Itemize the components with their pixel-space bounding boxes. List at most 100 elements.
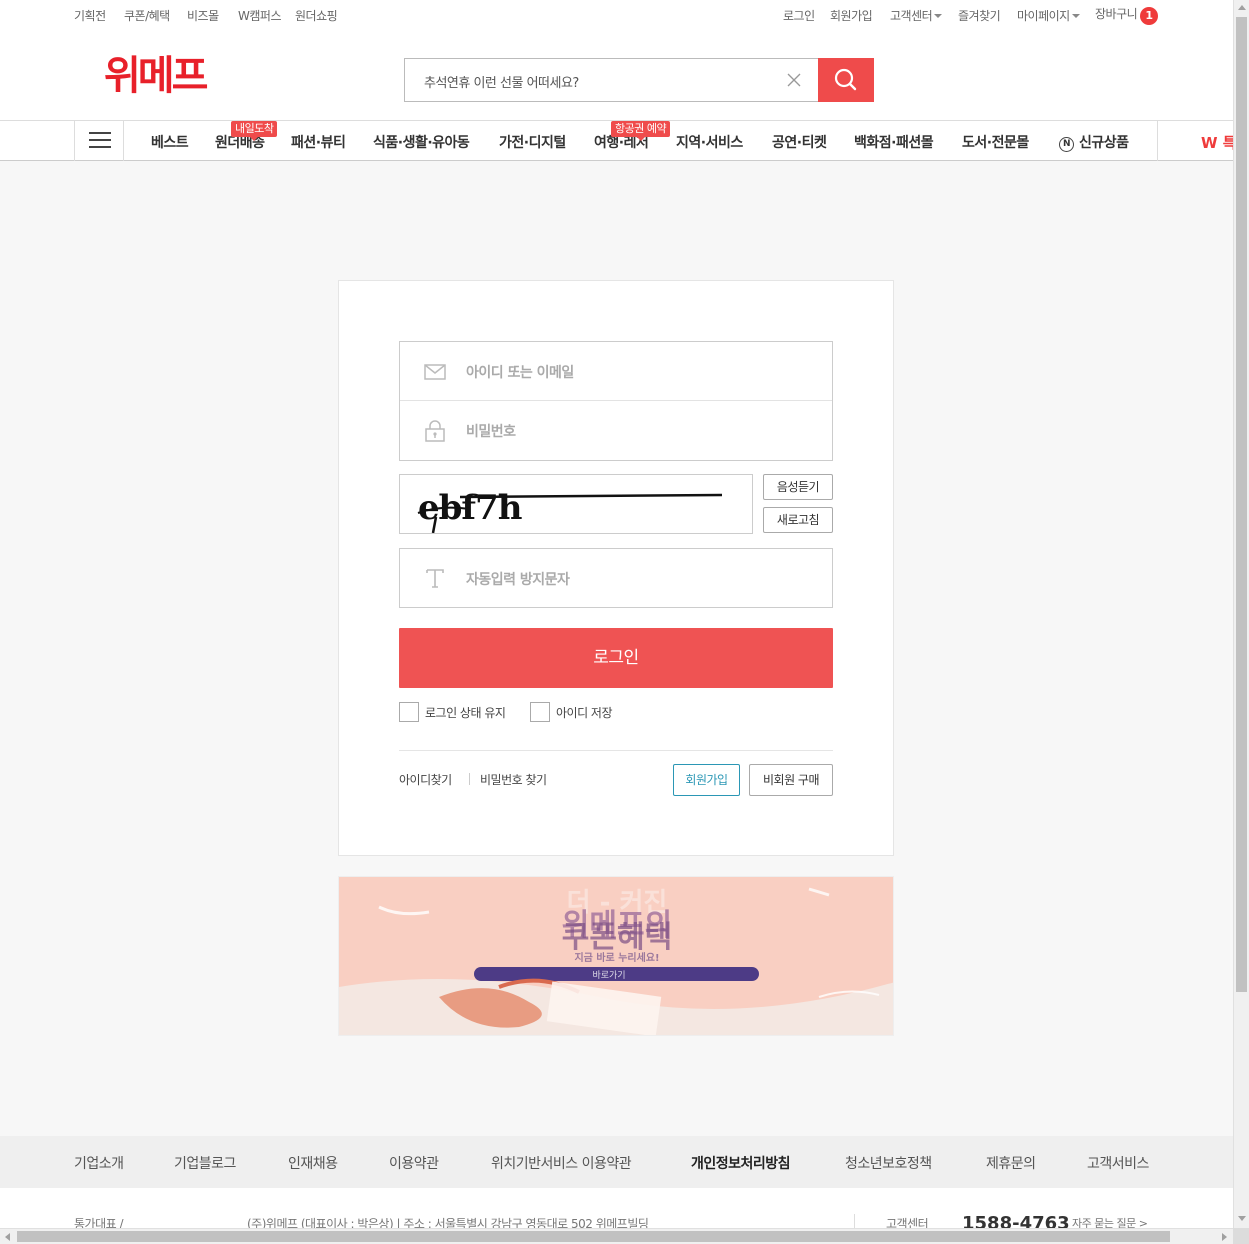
banner-line3: 쿠폰혜택: [562, 920, 672, 955]
caret-down-icon: [1071, 14, 1080, 18]
hamburger-icon: [89, 132, 111, 134]
scroll-down-icon[interactable]: [1238, 1216, 1246, 1221]
wemakeprice-logo[interactable]: 위메프: [104, 56, 208, 96]
id-input-placeholder: 아이디 또는 이메일: [466, 365, 574, 381]
nav-item-travel-leisure[interactable]: 여행·레저 항공권 예약: [594, 121, 671, 152]
nav-item-appliance-digital[interactable]: 가전·디지털: [499, 132, 566, 152]
faq-link[interactable]: 자주 묻는 질문 >: [1072, 1215, 1148, 1228]
nav-item-fashion-beauty[interactable]: 패션·뷰티: [291, 132, 346, 152]
search-input[interactable]: 추석연휴 이런 선물 어떠세요?: [424, 72, 579, 91]
nav-divider: [1157, 120, 1158, 161]
all-category-menu-button[interactable]: [74, 120, 124, 161]
util-cart[interactable]: 장바구니 1: [1095, 5, 1159, 25]
header: 위메프 추석연휴 이런 선물 어떠세요?: [0, 30, 1233, 120]
horizontal-scroll-thumb[interactable]: [17, 1231, 1170, 1242]
util-link-bizmall[interactable]: 비즈몰: [187, 7, 219, 24]
password-field[interactable]: 비밀번호: [400, 401, 832, 460]
coupon-promo-banner[interactable]: 더 - 커진 위메프의 쿠폰혜택 지금 바로 누리세요! 바로가기: [338, 876, 894, 1036]
captcha-audio-button[interactable]: 음성듣기: [763, 474, 833, 500]
search-button[interactable]: [818, 58, 874, 102]
next-day-delivery-tag: 내일도착: [231, 121, 278, 141]
footer-info: 통가대표 / (주)위메프 (대표이사 : 박은상) | 주소 : 서울특별시 …: [0, 1188, 1233, 1228]
nav-item-wonder-delivery[interactable]: 원더배송 내일도착: [215, 121, 278, 152]
scroll-left-icon[interactable]: [5, 1233, 10, 1241]
faq-label: 자주 묻는 질문: [1072, 1217, 1136, 1228]
vertical-scroll-thumb[interactable]: [1236, 17, 1247, 992]
footer-link-youth-policy[interactable]: 청소년보호정책: [845, 1153, 932, 1173]
footer-link-terms[interactable]: 이용약관: [389, 1153, 439, 1173]
mail-icon: [424, 364, 446, 380]
page: 기획전 쿠폰/혜택 비즈몰 W캠퍼스 원더쇼핑 로그인 회원가입 고객센터 즐겨…: [0, 0, 1233, 1228]
nav-item-label: 신규상품: [1079, 135, 1129, 151]
scroll-up-icon[interactable]: [1238, 5, 1246, 10]
lock-icon: [425, 420, 445, 442]
hamburger-icon: [89, 139, 111, 141]
footer-link-company[interactable]: 기업소개: [74, 1153, 124, 1173]
nav-item-best[interactable]: 베스트: [151, 132, 189, 152]
mypage-label: 마이페이지: [1017, 9, 1070, 23]
guest-purchase-button[interactable]: 비회원 구매: [749, 764, 833, 796]
cart-label: 장바구니: [1095, 7, 1138, 21]
footer-link-blog[interactable]: 기업블로그: [174, 1153, 236, 1173]
w-special-link[interactable]: W 특: [1201, 132, 1233, 153]
keep-login-checkbox[interactable]: 로그인 상태 유지: [399, 702, 524, 722]
nav-item-department-store[interactable]: 백화점·패션몰: [854, 132, 934, 152]
util-favorites-link[interactable]: 즐겨찾기: [958, 7, 1001, 24]
banner-line4: 지금 바로 누리세요!: [574, 951, 659, 964]
cs-label: 고객센터: [886, 1217, 929, 1228]
nav-item-performance-ticket[interactable]: 공연·티켓: [772, 132, 827, 152]
footer-nav: 기업소개 기업블로그 인재채용 이용약관 위치기반서비스 이용약관 개인정보처리…: [0, 1136, 1233, 1188]
util-login-link[interactable]: 로그인: [783, 7, 815, 24]
util-link-wcampus[interactable]: W캠퍼스: [238, 7, 282, 24]
captcha-input-placeholder: 자동입력 방지문자: [466, 572, 570, 588]
category-nav: 베스트 원더배송 내일도착 패션·뷰티 식품·생활·유아동 가전·디지털 여행·…: [0, 120, 1233, 161]
footer-link-customer-service[interactable]: 고객서비스: [1087, 1153, 1149, 1173]
nav-item-books[interactable]: 도서·전문몰: [962, 132, 1029, 152]
footer-link-careers[interactable]: 인재채용: [288, 1153, 338, 1173]
save-id-checkbox[interactable]: 아이디 저장: [530, 702, 630, 722]
util-customer-center[interactable]: 고객센터: [890, 7, 943, 24]
find-id-link[interactable]: 아이디찾기: [399, 771, 452, 788]
credential-inputs: 아이디 또는 이메일 비밀번호: [399, 341, 833, 461]
footer-link-location-terms[interactable]: 위치기반서비스 이용약관: [491, 1153, 632, 1173]
customer-center-label: 고객센터: [890, 9, 933, 23]
util-mypage[interactable]: 마이페이지: [1017, 7, 1080, 24]
vertical-scrollbar[interactable]: [1233, 0, 1249, 1228]
util-link-exhibition[interactable]: 기획전: [74, 7, 106, 24]
keep-login-label: 로그인 상태 유지: [425, 706, 506, 720]
util-signup-link[interactable]: 회원가입: [830, 7, 873, 24]
util-link-wondershopping[interactable]: 원더쇼핑: [295, 7, 338, 24]
horizontal-scrollbar[interactable]: [0, 1228, 1233, 1244]
checkbox-box: [399, 702, 419, 722]
captcha-graphic: ebf7h: [417, 488, 723, 533]
search-icon: [834, 68, 857, 91]
footer-link-partnership[interactable]: 제휴문의: [986, 1153, 1036, 1173]
nav-item-local-service[interactable]: 지역·서비스: [676, 132, 743, 152]
login-button[interactable]: 로그인: [399, 628, 833, 688]
text-icon: [426, 569, 444, 588]
search-box[interactable]: 추석연휴 이런 선물 어떠세요?: [404, 58, 874, 102]
hamburger-icon: [89, 146, 111, 148]
company-info: (주)위메프 (대표이사 : 박은상) | 주소 : 서울특별시 강남구 영동대…: [247, 1217, 649, 1228]
captcha-image: ebf7h: [399, 474, 753, 534]
banner-cta: 바로가기: [592, 970, 625, 981]
password-input-placeholder: 비밀번호: [466, 424, 516, 440]
new-icon: N: [1059, 137, 1074, 152]
captcha-input[interactable]: 자동입력 방지문자: [399, 548, 833, 608]
util-link-coupon[interactable]: 쿠폰/혜택: [124, 7, 170, 24]
find-password-link[interactable]: 비밀번호 찾기: [480, 771, 547, 788]
login-form: 아이디 또는 이메일 비밀번호 ebf7h 음성듣기 새로고침 자동입력 방지문…: [338, 280, 894, 856]
checkbox-box: [530, 702, 550, 722]
save-id-label: 아이디 저장: [556, 706, 613, 720]
signup-button[interactable]: 회원가입: [673, 764, 740, 796]
scroll-right-icon[interactable]: [1222, 1233, 1227, 1241]
nav-item-food-living-kids[interactable]: 식품·생활·유아동: [373, 132, 470, 152]
link-divider: [469, 773, 470, 785]
captcha-refresh-button[interactable]: 새로고침: [763, 507, 833, 533]
clear-search-icon[interactable]: [785, 71, 803, 89]
footer-link-privacy[interactable]: 개인정보처리방침: [691, 1153, 791, 1173]
banner-graphic: 더 - 커진 위메프의 쿠폰혜택 지금 바로 누리세요! 바로가기: [339, 877, 893, 1035]
nav-item-new-products[interactable]: N 신규상품: [1059, 132, 1129, 152]
cart-count-badge: 1: [1140, 7, 1159, 25]
id-field[interactable]: 아이디 또는 이메일: [400, 342, 832, 401]
